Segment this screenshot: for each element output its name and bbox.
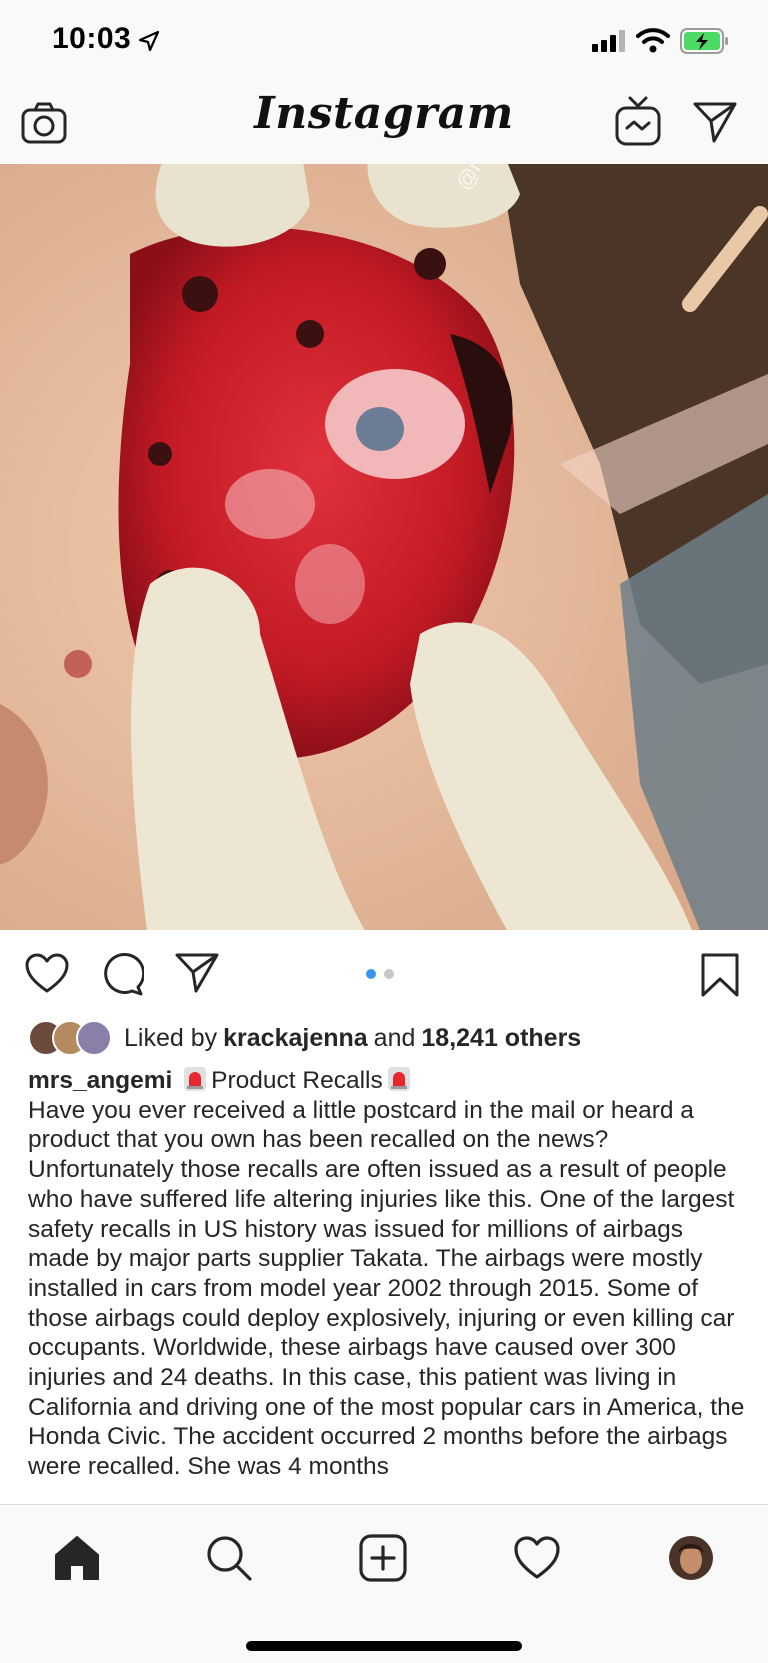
- likes-others[interactable]: 18,241 others: [421, 1024, 581, 1053]
- liker-avatars: [28, 1020, 112, 1056]
- post-image[interactable]: @n: [0, 164, 768, 930]
- carousel-dot: [384, 969, 394, 979]
- wifi-icon: [636, 28, 670, 53]
- comment-icon[interactable]: [100, 952, 144, 996]
- status-time: 10:03: [52, 22, 132, 55]
- carousel-dot-active: [366, 969, 376, 979]
- likes-prefix: Liked by: [124, 1023, 218, 1052]
- caption-title: Product Recalls: [211, 1067, 383, 1094]
- home-icon[interactable]: [52, 1533, 102, 1583]
- tab-bar: [0, 1504, 768, 1663]
- post-actions: [0, 930, 768, 1016]
- app-header: Instagram: [0, 84, 768, 165]
- liker-username[interactable]: krackajenna: [223, 1024, 368, 1053]
- share-icon[interactable]: [174, 952, 220, 994]
- siren-icon: [387, 1067, 410, 1091]
- new-post-icon[interactable]: [358, 1533, 408, 1583]
- caption-body: Have you ever received a little postcard…: [28, 1096, 745, 1481]
- likes-joiner: and: [373, 1023, 416, 1052]
- signal-icon: [592, 30, 625, 52]
- avatar: [76, 1020, 112, 1056]
- post-caption: mrs_angemi Product Recalls Have you ever…: [28, 1066, 746, 1504]
- search-icon[interactable]: [204, 1533, 254, 1583]
- caption-username[interactable]: mrs_angemi: [28, 1067, 172, 1094]
- activity-heart-icon[interactable]: [512, 1533, 562, 1583]
- bookmark-icon[interactable]: [700, 952, 740, 998]
- heart-icon[interactable]: [24, 952, 70, 994]
- location-arrow-icon: [138, 30, 160, 52]
- battery-icon: [680, 28, 728, 54]
- likes-summary[interactable]: Liked by krackajenna and 18,241 others: [28, 1018, 758, 1058]
- igtv-icon[interactable]: [614, 96, 662, 148]
- home-indicator: [246, 1641, 522, 1651]
- caption-fade: [0, 1478, 768, 1504]
- carousel-indicator: [366, 966, 402, 984]
- siren-icon: [184, 1067, 207, 1091]
- post-photo: @n: [0, 164, 768, 930]
- direct-message-icon[interactable]: [692, 100, 738, 144]
- profile-avatar-icon[interactable]: [666, 1533, 716, 1583]
- status-bar: 10:03: [0, 0, 768, 84]
